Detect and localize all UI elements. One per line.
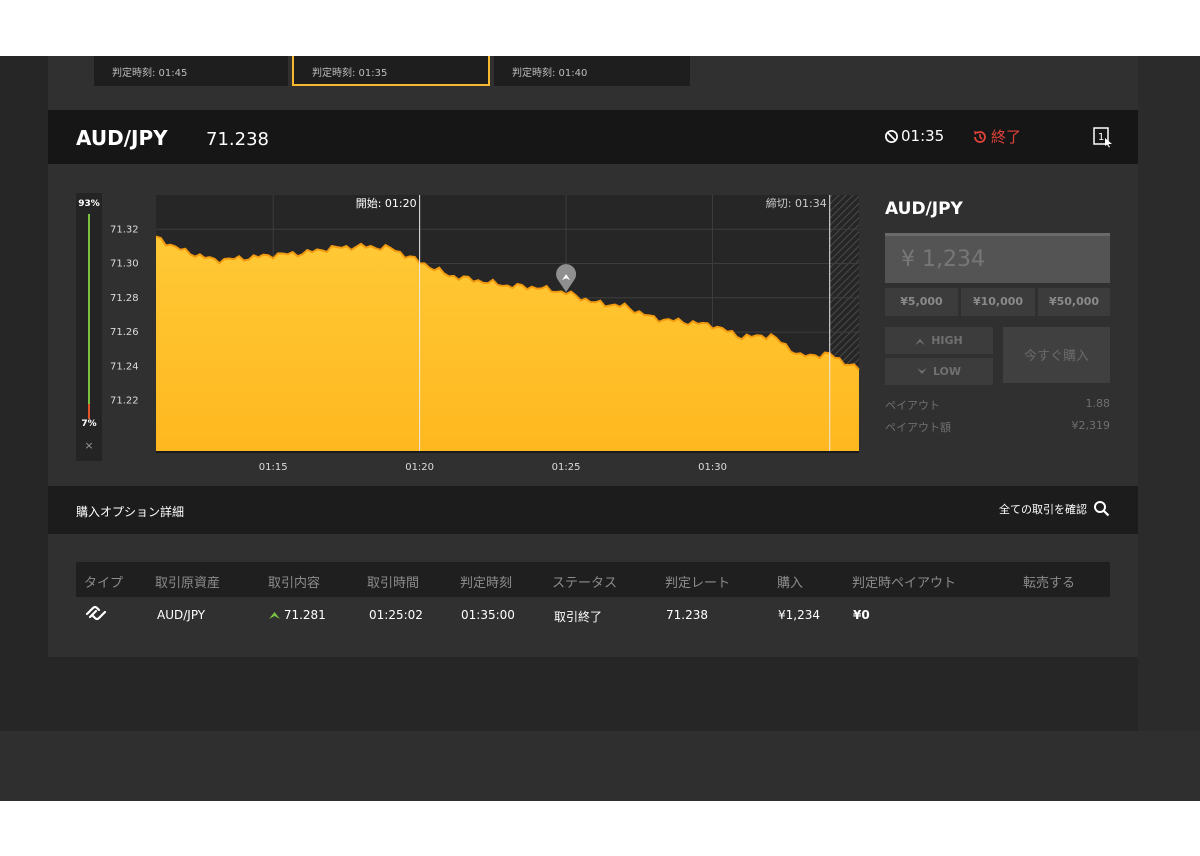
y-tick-label: 71.32	[110, 224, 139, 235]
high-label: HIGH	[931, 334, 963, 347]
col-judge-time: 判定時刻	[460, 576, 513, 591]
trade-panel: 判定時刻: 01:45 判定時刻: 01:35 判定時刻: 01:40 AUD/…	[48, 56, 1138, 657]
y-tick-label: 71.28	[110, 293, 139, 304]
payout-value: 1.88	[1085, 397, 1111, 410]
start-label: 開始: 01:20	[356, 196, 417, 210]
y-tick-label: 71.26	[110, 327, 139, 338]
table-row[interactable]: AUD/JPY 71.281 01:25:02 01:35:00 取引終了 71…	[76, 597, 1110, 633]
preset-5000-button[interactable]: ¥5,000	[885, 288, 958, 316]
buy-now-button[interactable]: 今すぐ購入	[1003, 327, 1110, 383]
amount-input[interactable]: ¥ 1,234	[885, 233, 1110, 283]
high-arrow-icon	[269, 612, 280, 619]
right-sidebar	[1138, 56, 1200, 731]
payout-amount: ペイアウト額 ¥2,319	[885, 419, 1110, 435]
trade-panel-title: AUD/JPY	[885, 199, 963, 219]
x-tick-label: 01:25	[552, 462, 581, 473]
x-tick-label: 01:20	[405, 462, 434, 473]
low-button[interactable]: LOW	[885, 358, 993, 385]
all-trades-label: 全ての取引を確認	[999, 502, 1087, 516]
row-judge-time: 01:35:00	[461, 608, 515, 622]
deadline-label: 締切: 01:34	[766, 196, 827, 210]
close-gauge-button[interactable]: ×	[76, 439, 102, 452]
search-icon	[1094, 501, 1110, 517]
purchase-details-bar: 購入オプション詳細 全ての取引を確認	[48, 486, 1138, 534]
status-ended: 終了	[972, 126, 1021, 147]
col-status: ステータス	[552, 576, 618, 591]
row-purchase: ¥1,234	[778, 608, 820, 622]
judge-card-0135[interactable]: 判定時刻: 01:35	[292, 56, 490, 86]
col-judge-rate: 判定レート	[665, 576, 731, 591]
y-tick-label: 71.24	[110, 361, 139, 372]
one-click-toggle-button[interactable]: 1	[1092, 126, 1114, 148]
asset-pair-title: AUD/JPY	[76, 126, 168, 150]
up-arrow-icon	[915, 338, 926, 345]
all-trades-link[interactable]: 全ての取引を確認	[999, 500, 1110, 517]
y-tick-label: 71.30	[110, 259, 139, 270]
current-price: 71.238	[206, 129, 269, 150]
low-percentage: 7%	[81, 419, 97, 429]
row-judge-rate: 71.238	[666, 608, 708, 622]
details-title: 購入オプション詳細	[76, 505, 185, 519]
col-entry: 取引内容	[268, 576, 321, 591]
footer-band	[0, 731, 1200, 801]
col-payout: 判定時ペイアウト	[852, 576, 957, 591]
judge-card-label: 判定時刻: 01:45	[112, 68, 188, 79]
trade-type-icon	[84, 605, 108, 624]
payout-label: ペイアウト	[885, 399, 940, 412]
row-entry-rate: 71.281	[283, 608, 326, 622]
history-icon	[974, 130, 986, 143]
judge-card-label: 判定時刻: 01:40	[512, 68, 588, 79]
price-chart: 開始: 01:20 締切: 01:34 71.32 71.30 71.28 71.26 71…	[110, 195, 860, 473]
preset-10000-button[interactable]: ¥10,000	[961, 288, 1035, 316]
judge-card-0145[interactable]: 判定時刻: 01:45	[94, 56, 288, 86]
judge-card-0140[interactable]: 判定時刻: 01:40	[494, 56, 690, 86]
payout-rate: ペイアウト 1.88	[885, 397, 1110, 413]
preset-50000-button[interactable]: ¥50,000	[1038, 288, 1110, 316]
sentiment-gauge: 93% 7% ×	[76, 193, 102, 461]
x-tick-label: 01:30	[698, 462, 727, 473]
payout-amount-value: ¥2,319	[1071, 419, 1111, 432]
payout-amount-label: ペイアウト額	[885, 421, 951, 434]
svg-text:1: 1	[1098, 132, 1104, 143]
col-asset: 取引原資産	[155, 576, 221, 591]
row-payout: ¥0	[853, 608, 870, 622]
col-type: タイプ	[84, 576, 124, 591]
down-arrow-icon	[916, 367, 927, 374]
no-entry-icon	[885, 129, 898, 143]
col-purchase: 購入	[777, 576, 804, 591]
one-click-icon: 1	[1093, 127, 1112, 148]
row-status: 取引終了	[554, 610, 603, 624]
low-ratio-bar	[88, 404, 90, 419]
row-asset: AUD/JPY	[157, 608, 206, 622]
app-frame: 判定時刻: 01:45 判定時刻: 01:35 判定時刻: 01:40 AUD/…	[0, 56, 1200, 801]
timer-value: 01:35	[901, 127, 945, 145]
status-text: 終了	[991, 128, 1022, 146]
high-ratio-bar	[88, 214, 90, 404]
y-tick-label: 71.22	[110, 396, 139, 407]
trades-table-header: タイプ 取引原資産 取引内容 取引時間 判定時刻 ステータス 判定レート 購入 …	[76, 562, 1110, 597]
countdown-timer: 01:35	[884, 127, 944, 145]
high-button[interactable]: HIGH	[885, 327, 993, 354]
high-percentage: 93%	[78, 199, 100, 209]
col-trade-time: 取引時間	[367, 576, 420, 591]
row-entry: 71.281	[269, 608, 326, 622]
judge-card-label: 判定時刻: 01:35	[312, 68, 388, 79]
low-label: LOW	[932, 365, 962, 378]
col-resell: 転売する	[1023, 576, 1076, 591]
asset-header: AUD/JPY 71.238 01:35 終了 1	[48, 110, 1138, 164]
row-trade-time: 01:25:02	[369, 608, 423, 622]
x-tick-label: 01:15	[259, 462, 288, 473]
